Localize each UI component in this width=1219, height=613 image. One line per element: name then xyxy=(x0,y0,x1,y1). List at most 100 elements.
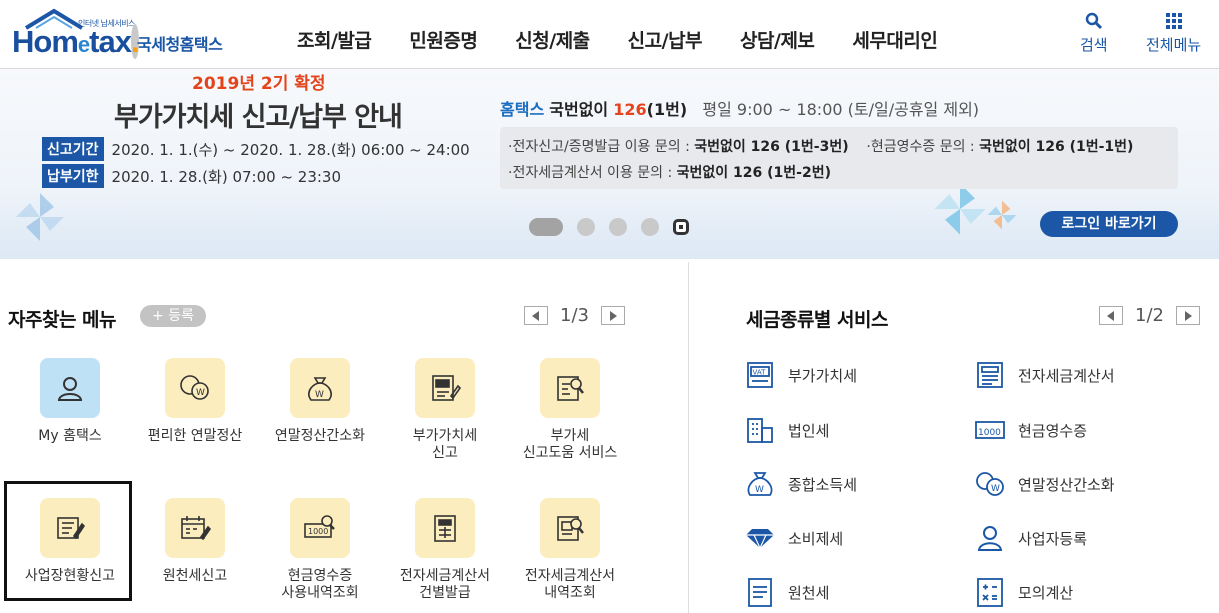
tax-item-label: 모의계산 xyxy=(1018,583,1074,602)
tax-year-end-simplified[interactable]: W 연말정산간소화 xyxy=(974,469,1115,499)
banner-slider-controls xyxy=(529,218,703,236)
tax-item-label: 소비제세 xyxy=(788,529,844,548)
hometax-logo[interactable]: 인터넷 납세서비스 Hometax. 국세청홈택스 xyxy=(8,8,238,62)
tax-item-label: 연말정산간소화 xyxy=(1018,475,1115,494)
main-nav: 조회/발급 민원증명 신청/제출 신고/납부 상담/제보 세무대리인 xyxy=(297,26,975,53)
fav-label: 전자세금계산서 내역조회 xyxy=(524,568,616,601)
slide-stop-button[interactable] xyxy=(673,219,689,235)
receipt-search-icon: 1000 xyxy=(304,515,335,538)
cash-receipt-icon: 1000 xyxy=(975,421,1005,439)
slide-indicator[interactable] xyxy=(609,218,627,236)
highlight-box xyxy=(4,481,132,601)
tax-item-label: 사업자등록 xyxy=(1018,529,1088,548)
person-icon xyxy=(977,526,1003,551)
tax-e-invoice[interactable]: 전자세금계산서 xyxy=(974,360,1115,390)
banner-title: 부가가치세 신고/납부 안내 xyxy=(114,102,403,133)
fav-label: 원천세신고 xyxy=(162,568,228,584)
tax-item-label: 현금영수증 xyxy=(1018,421,1088,440)
building-icon xyxy=(747,418,773,443)
payment-deadline-text: 2020. 1. 28.(화) 07:00 ~ 23:30 xyxy=(111,167,342,186)
tax-cash-receipt[interactable]: 1000 현금영수증 xyxy=(974,415,1087,445)
contact-line: ·전자세금계산서 이용 문의 : 국번없이 126 (1번-2번) xyxy=(508,165,831,181)
fav-e-invoice-issue[interactable]: 전자세금계산서 건별발급 xyxy=(390,498,500,602)
search-icon xyxy=(1085,12,1102,30)
favorites-page-number: 1/3 xyxy=(560,305,589,326)
money-bag-icon: W xyxy=(747,472,773,496)
coin-icon: W xyxy=(180,375,209,400)
svg-text:1000: 1000 xyxy=(308,527,328,536)
calendar-pen-icon xyxy=(181,516,211,541)
triangle-right-icon xyxy=(1184,310,1192,321)
vat-notice-banner[interactable]: 2019년 2기 확정 부가가치세 신고/납부 안내 신고기간 2020. 1.… xyxy=(0,69,1219,259)
fav-vat-help-service[interactable]: 부가세 신고도움 서비스 xyxy=(515,358,625,462)
nav-consult-report[interactable]: 상담/제보 xyxy=(740,26,815,53)
doc-search-icon xyxy=(557,376,584,401)
tax-vat[interactable]: VAT 부가가치세 xyxy=(744,360,857,390)
slide-indicator[interactable] xyxy=(577,218,595,236)
tax-withholding[interactable]: 원천세 xyxy=(744,577,829,607)
tax-consumption[interactable]: 소비제세 xyxy=(744,523,843,553)
person-icon xyxy=(57,377,83,401)
logo-org-name: 국세청홈택스 xyxy=(137,35,223,54)
svg-text:1000: 1000 xyxy=(978,428,1001,438)
svg-text:W: W xyxy=(755,485,764,495)
fav-my-hometax[interactable]: My 홈택스 xyxy=(15,358,125,445)
payment-deadline-row: 납부기한 2020. 1. 28.(화) 07:00 ~ 23:30 xyxy=(42,164,341,188)
tax-income[interactable]: W 종합소득세 xyxy=(744,469,857,499)
fav-easy-year-end[interactable]: W 편리한 연말정산 xyxy=(140,358,250,445)
tax-services-pager: 1/2 xyxy=(1099,305,1200,326)
favorites-pager: 1/3 xyxy=(524,305,625,326)
money-bag-icon: W xyxy=(308,377,332,401)
next-page-button[interactable] xyxy=(1175,306,1200,325)
tax-item-label: 종합소득세 xyxy=(788,475,858,494)
fav-year-end-simplified[interactable]: W 연말정산간소화 xyxy=(265,358,375,445)
search-button[interactable]: 검색 xyxy=(1080,12,1108,55)
slide-indicator-active[interactable] xyxy=(529,218,563,236)
pinwheel-icon xyxy=(16,193,64,241)
contact-headline: 홈택스 국번없이 126(1번) 평일 9:00 ~ 18:00 (토/일/공휴… xyxy=(500,100,980,119)
fav-e-invoice-history[interactable]: 전자세금계산서 내역조회 xyxy=(515,498,625,602)
fav-cash-receipt-history[interactable]: 1000 현금영수증 사용내역조회 xyxy=(265,498,375,602)
nav-apply-submit[interactable]: 신청/제출 xyxy=(515,26,590,53)
fav-withholding-report[interactable]: 원천세신고 xyxy=(140,498,250,585)
fav-label: 편리한 연말정산 xyxy=(147,428,243,444)
fav-label: My 홈택스 xyxy=(38,428,102,444)
svg-text:VAT: VAT xyxy=(753,369,767,377)
invoice-icon xyxy=(977,362,1003,388)
nav-inquiry-issue[interactable]: 조회/발급 xyxy=(297,26,372,53)
fav-vat-report[interactable]: 부가가치세 신고 xyxy=(390,358,500,462)
next-page-button[interactable] xyxy=(600,306,625,325)
slide-indicator[interactable] xyxy=(641,218,659,236)
doc-icon xyxy=(748,578,772,607)
svg-text:W: W xyxy=(315,390,324,400)
search-label: 검색 xyxy=(1080,36,1108,54)
tax-mock-calculation[interactable]: 모의계산 xyxy=(974,577,1073,607)
tax-services-page-number: 1/2 xyxy=(1135,305,1164,326)
fav-label: 부가세 신고도움 서비스 xyxy=(522,428,618,461)
vat-icon: VAT xyxy=(747,362,773,388)
all-menu-button[interactable]: 전체메뉴 xyxy=(1146,12,1201,55)
nav-civil-certificate[interactable]: 민원증명 xyxy=(409,26,477,53)
section-divider xyxy=(688,262,689,613)
login-shortcut-button[interactable]: 로그인 바로가기 xyxy=(1040,211,1178,237)
grid-menu-icon xyxy=(1165,13,1182,29)
logo-brand: Hometax. xyxy=(12,24,140,59)
triangle-left-icon xyxy=(532,310,539,321)
prev-page-button[interactable] xyxy=(1099,306,1123,325)
favorites-register-button[interactable]: + 등록 xyxy=(140,305,206,327)
all-menu-label: 전체메뉴 xyxy=(1146,36,1202,54)
tax-corporate[interactable]: 법인세 xyxy=(744,415,829,445)
filing-period-text: 2020. 1. 1.(수) ~ 2020. 1. 28.(화) 06:00 ~… xyxy=(111,140,470,159)
nav-report-pay[interactable]: 신고/납부 xyxy=(628,26,703,53)
calculator-doc-icon xyxy=(434,515,456,542)
prev-page-button[interactable] xyxy=(524,306,548,325)
diamond-icon xyxy=(746,529,774,550)
tax-item-label: 원천세 xyxy=(788,583,830,602)
nav-tax-agent[interactable]: 세무대리인 xyxy=(852,26,937,53)
tax-business-registration[interactable]: 사업자등록 xyxy=(974,523,1087,553)
svg-text:W: W xyxy=(196,388,205,398)
tax-services-title: 세금종류별 서비스 xyxy=(746,309,888,331)
tax-item-label: 법인세 xyxy=(788,421,830,440)
header: 인터넷 납세서비스 Hometax. 국세청홈택스 조회/발급 민원증명 신청/… xyxy=(0,0,1219,69)
contact-line: ·전자신고/증명발급 이용 문의 : 국번없이 126 (1번-3번) ·현금영… xyxy=(508,139,1134,155)
